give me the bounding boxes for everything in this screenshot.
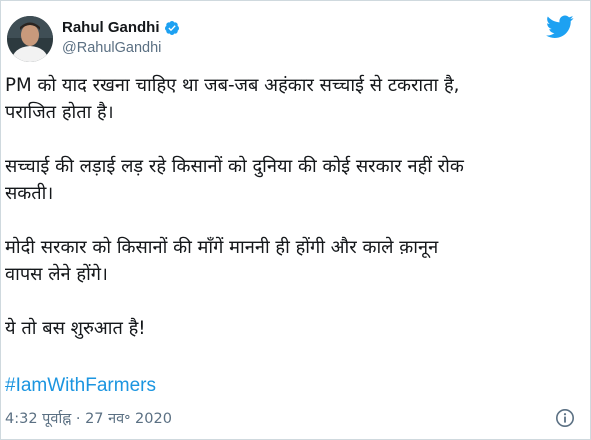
profile-photo-icon — [7, 16, 53, 62]
tweet-line: ये तो बस शुरुआत है! — [5, 318, 146, 339]
tweet-paragraph: मोदी सरकार को किसानों की माँगें माननी ही… — [5, 234, 580, 288]
hashtag-link[interactable]: #IamWithFarmers — [5, 375, 156, 397]
author-name[interactable]: Rahul Gandhi — [62, 19, 160, 36]
tweet-line: PM को याद रखना चाहिए था जब-जब अहंकार सच्… — [5, 75, 460, 96]
tweet-line: वापस लेने होंगे। — [5, 264, 108, 285]
tweet-line: सच्चाई की लड़ाई लड़ रहे किसानों को दुनिय… — [5, 156, 464, 177]
tweet-paragraph: सच्चाई की लड़ाई लड़ रहे किसानों को दुनिय… — [5, 153, 580, 207]
tweet-text: PM को याद रखना चाहिए था जब-जब अहंकार सच्… — [5, 72, 580, 369]
tweet-line: मोदी सरकार को किसानों की माँगें माननी ही… — [5, 237, 439, 258]
tweet-card: Rahul Gandhi @RahulGandhi PM को याद रखना… — [0, 0, 591, 440]
author-name-row[interactable]: Rahul Gandhi — [62, 19, 180, 36]
author-handle[interactable]: @RahulGandhi — [62, 40, 161, 56]
twitter-bird-icon[interactable] — [546, 15, 574, 39]
tweet-line: सकती। — [5, 183, 54, 204]
info-icon[interactable] — [555, 408, 575, 428]
verified-badge-icon — [164, 20, 180, 36]
tweet-line: पराजित होता है। — [5, 102, 114, 123]
tweet-paragraph: ये तो बस शुरुआत है! — [5, 315, 580, 342]
avatar[interactable] — [7, 16, 53, 62]
tweet-timestamp[interactable]: 4:32 पूर्वाह्न · 27 नव॰ 2020 — [5, 408, 172, 428]
tweet-paragraph: PM को याद रखना चाहिए था जब-जब अहंकार सच्… — [5, 72, 580, 126]
